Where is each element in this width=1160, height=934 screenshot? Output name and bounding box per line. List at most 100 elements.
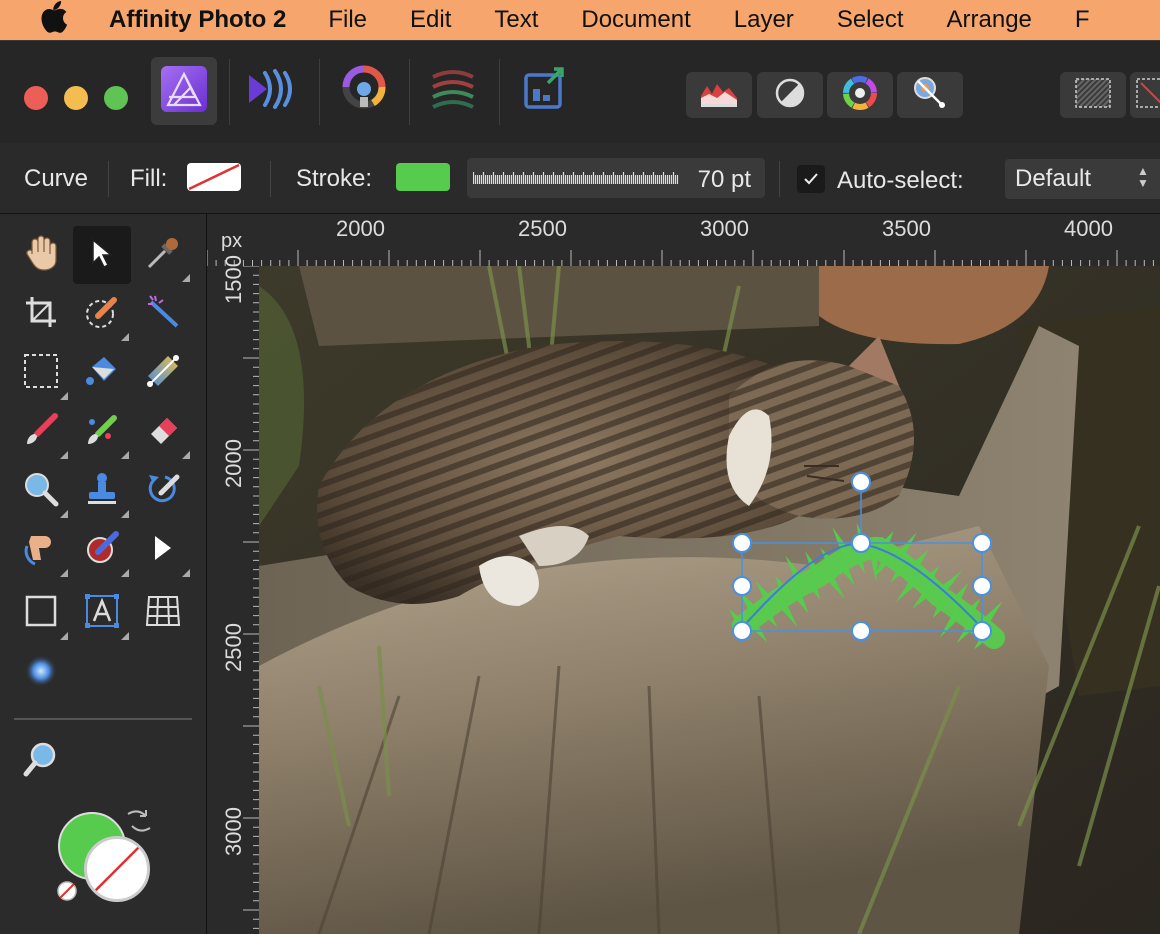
pressure-button[interactable]: [897, 72, 963, 118]
undo-brush-tool[interactable]: [134, 462, 192, 520]
stroke-swatch[interactable]: [396, 163, 450, 191]
mesh-warp-icon: [145, 593, 181, 634]
color-wheel-button[interactable]: [827, 72, 893, 118]
zoom-tool[interactable]: [12, 732, 70, 790]
color-picker-tool[interactable]: [134, 226, 192, 284]
tools-divider: [14, 718, 192, 720]
autoselect-label: Auto-select:: [837, 167, 964, 194]
fill-swatch[interactable]: [187, 163, 241, 191]
close-window-button[interactable]: [24, 86, 48, 110]
selection-handle[interactable]: [851, 533, 871, 553]
selection-handle[interactable]: [732, 576, 752, 596]
ruler-label: 2000: [336, 216, 385, 241]
dodge-tool[interactable]: [12, 462, 70, 520]
stroke-width-slider[interactable]: 70 pt: [467, 158, 765, 198]
app-name-menu[interactable]: Affinity Photo 2: [109, 6, 286, 34]
flood-fill-tool[interactable]: [73, 344, 131, 402]
secondary-color-well[interactable]: [84, 836, 150, 902]
context-divider: [108, 161, 109, 197]
develop-persona-button[interactable]: [336, 63, 392, 119]
ruler-label: 3500: [882, 216, 931, 241]
toolbar-divider: [229, 59, 230, 125]
no-color-icon[interactable]: [56, 880, 78, 907]
zoom-window-button[interactable]: [104, 86, 128, 110]
minimize-window-button[interactable]: [64, 86, 88, 110]
tool-flyout-indicator: [121, 632, 129, 640]
levels-button[interactable]: [757, 72, 823, 118]
menu-arrange[interactable]: Arrange: [947, 6, 1032, 34]
tool-flyout-indicator: [182, 451, 190, 459]
swap-colors-icon[interactable]: [124, 806, 154, 841]
quick-mask-button[interactable]: [1060, 72, 1126, 118]
quick-mask-icon: [1074, 77, 1112, 114]
apple-icon[interactable]: [40, 0, 72, 40]
photo-persona-button[interactable]: [151, 57, 217, 125]
selection-handle[interactable]: [972, 621, 992, 641]
autoselect-dropdown[interactable]: Default ▲ ▼: [1005, 159, 1160, 199]
menu-layer[interactable]: Layer: [734, 6, 794, 34]
menu-filters[interactable]: F: [1075, 6, 1090, 34]
selection-brush-tool[interactable]: [73, 285, 131, 343]
tone-mapping-persona-button[interactable]: [425, 63, 481, 119]
selection-handle[interactable]: [732, 621, 752, 641]
tool-flyout-indicator: [121, 333, 129, 341]
tool-name-label: Curve: [24, 165, 89, 192]
color-wheel-icon: [843, 75, 877, 115]
pen-pressure-icon: [912, 75, 948, 116]
menu-file[interactable]: File: [328, 6, 367, 34]
document-canvas[interactable]: px 2000 2500 3000 3500 4000 1500 2000 25…: [207, 214, 1160, 934]
horizontal-ruler[interactable]: px 2000 2500 3000 3500 4000: [207, 214, 1160, 266]
rectangular-marquee-tool[interactable]: [12, 344, 70, 402]
histogram-button[interactable]: [686, 72, 752, 118]
autoselect-checkbox[interactable]: [797, 165, 825, 193]
selection-brush-icon: [84, 294, 120, 335]
ruler-label: 2500: [518, 216, 567, 241]
text-tool[interactable]: [73, 584, 131, 642]
tools-panel: [0, 214, 207, 934]
selection-handle[interactable]: [732, 533, 752, 553]
paint-bucket-icon: [84, 353, 120, 394]
magic-wand-icon: [145, 294, 181, 335]
liquify-persona-button[interactable]: [243, 63, 299, 119]
autoselect-dropdown-value: Default: [1015, 165, 1092, 192]
main-toolbar: [0, 40, 1160, 144]
menu-document[interactable]: Document: [581, 6, 690, 34]
node-tool[interactable]: [134, 521, 192, 579]
rectangle-tool[interactable]: [12, 584, 70, 642]
toolbar-divider: [499, 59, 500, 125]
crop-tool[interactable]: [12, 285, 70, 343]
gradient-tool[interactable]: [134, 344, 192, 402]
histogram-icon: [699, 78, 739, 113]
hand-icon: [24, 234, 58, 277]
smudge-tool[interactable]: [12, 521, 70, 579]
menu-text[interactable]: Text: [494, 6, 538, 34]
paint-brush-tool[interactable]: [12, 403, 70, 461]
clone-stamp-icon: [84, 471, 120, 512]
menu-select[interactable]: Select: [837, 6, 904, 34]
light-tool[interactable]: [12, 644, 70, 702]
vertical-ruler[interactable]: 1500 2000 2500 3000: [207, 255, 259, 934]
color-replacement-tool[interactable]: [73, 403, 131, 461]
color-replacement-icon: [84, 412, 120, 453]
clone-brush-tool[interactable]: [73, 462, 131, 520]
levels-icon: [774, 77, 806, 114]
red-eye-tool[interactable]: [73, 521, 131, 579]
selection-handle[interactable]: [972, 576, 992, 596]
selection-handle[interactable]: [851, 472, 871, 492]
export-persona-button[interactable]: [516, 63, 572, 119]
view-tool[interactable]: [12, 226, 70, 284]
artistic-text-icon: [84, 593, 120, 634]
selection-button[interactable]: [1130, 72, 1160, 118]
move-tool[interactable]: [73, 226, 131, 284]
undo-brush-icon: [145, 471, 181, 512]
stroke-width-value[interactable]: 70 pt: [698, 166, 751, 194]
mesh-warp-tool[interactable]: [134, 584, 192, 642]
tool-flyout-indicator: [182, 569, 190, 577]
selection-handle[interactable]: [972, 533, 992, 553]
tool-flyout-indicator: [121, 510, 129, 518]
erase-brush-tool[interactable]: [134, 403, 192, 461]
menu-edit[interactable]: Edit: [410, 6, 451, 34]
flood-select-tool[interactable]: [134, 285, 192, 343]
cat-photo[interactable]: [259, 266, 1160, 934]
selection-handle[interactable]: [851, 621, 871, 641]
